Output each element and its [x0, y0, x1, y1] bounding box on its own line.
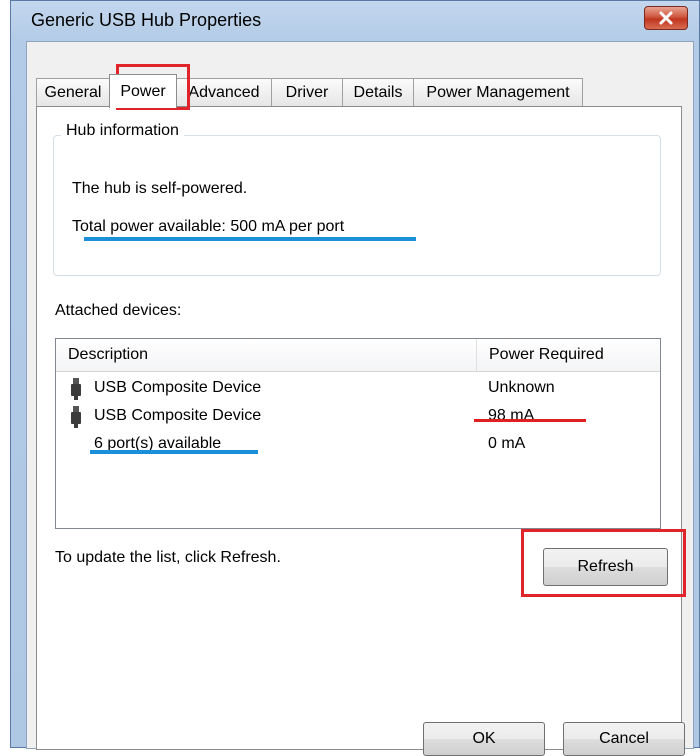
tab-general[interactable]: General — [36, 78, 110, 106]
dialog-client-area: General Power Advanced Driver Details Po… — [26, 41, 694, 756]
attached-devices-list[interactable]: Description Power Required USB Composite… — [55, 338, 661, 529]
power-tab-panel: Hub information The hub is self-powered.… — [36, 106, 682, 750]
list-header: Description Power Required — [56, 339, 660, 372]
window-title: Generic USB Hub Properties — [31, 10, 262, 30]
tab-power[interactable]: Power — [109, 74, 177, 108]
list-item[interactable]: USB Composite Device Unknown — [56, 375, 660, 403]
close-button[interactable] — [644, 6, 688, 30]
total-power-underline — [84, 237, 416, 241]
refresh-hint-text: To update the list, click Refresh. — [55, 549, 281, 566]
tab-driver[interactable]: Driver — [271, 78, 343, 106]
total-power-text: Total power available: 500 mA per port — [72, 218, 345, 235]
device-power: Unknown — [488, 379, 555, 396]
ok-button[interactable]: OK — [423, 722, 545, 756]
device-description: USB Composite Device — [94, 407, 262, 424]
self-powered-text: The hub is self-powered. — [72, 180, 248, 197]
usb-plug-icon — [71, 378, 81, 400]
cancel-button[interactable]: Cancel — [563, 722, 685, 756]
refresh-button-highlight-box — [521, 529, 686, 597]
tab-power-management[interactable]: Power Management — [413, 78, 583, 106]
close-icon — [659, 11, 673, 25]
column-header-description[interactable]: Description — [68, 339, 468, 371]
ports-power: 0 mA — [488, 435, 526, 452]
device-power: 98 mA — [488, 407, 535, 424]
properties-dialog: Generic USB Hub Properties General Power… — [10, 0, 700, 756]
column-header-power-required[interactable]: Power Required — [476, 339, 664, 371]
list-item[interactable]: 6 port(s) available 0 mA — [56, 431, 660, 459]
list-item[interactable]: USB Composite Device 98 mA — [56, 403, 660, 431]
device-description: USB Composite Device — [94, 379, 262, 396]
hub-information-label: Hub information — [61, 122, 184, 140]
tab-details[interactable]: Details — [342, 78, 414, 106]
attached-devices-label: Attached devices: — [55, 302, 182, 319]
power-value-underline — [474, 419, 586, 422]
ports-available-underline — [90, 450, 258, 454]
title-bar[interactable]: Generic USB Hub Properties — [11, 1, 699, 41]
usb-plug-icon — [71, 406, 81, 428]
tab-advanced[interactable]: Advanced — [176, 78, 272, 106]
hub-information-group — [53, 135, 661, 276]
